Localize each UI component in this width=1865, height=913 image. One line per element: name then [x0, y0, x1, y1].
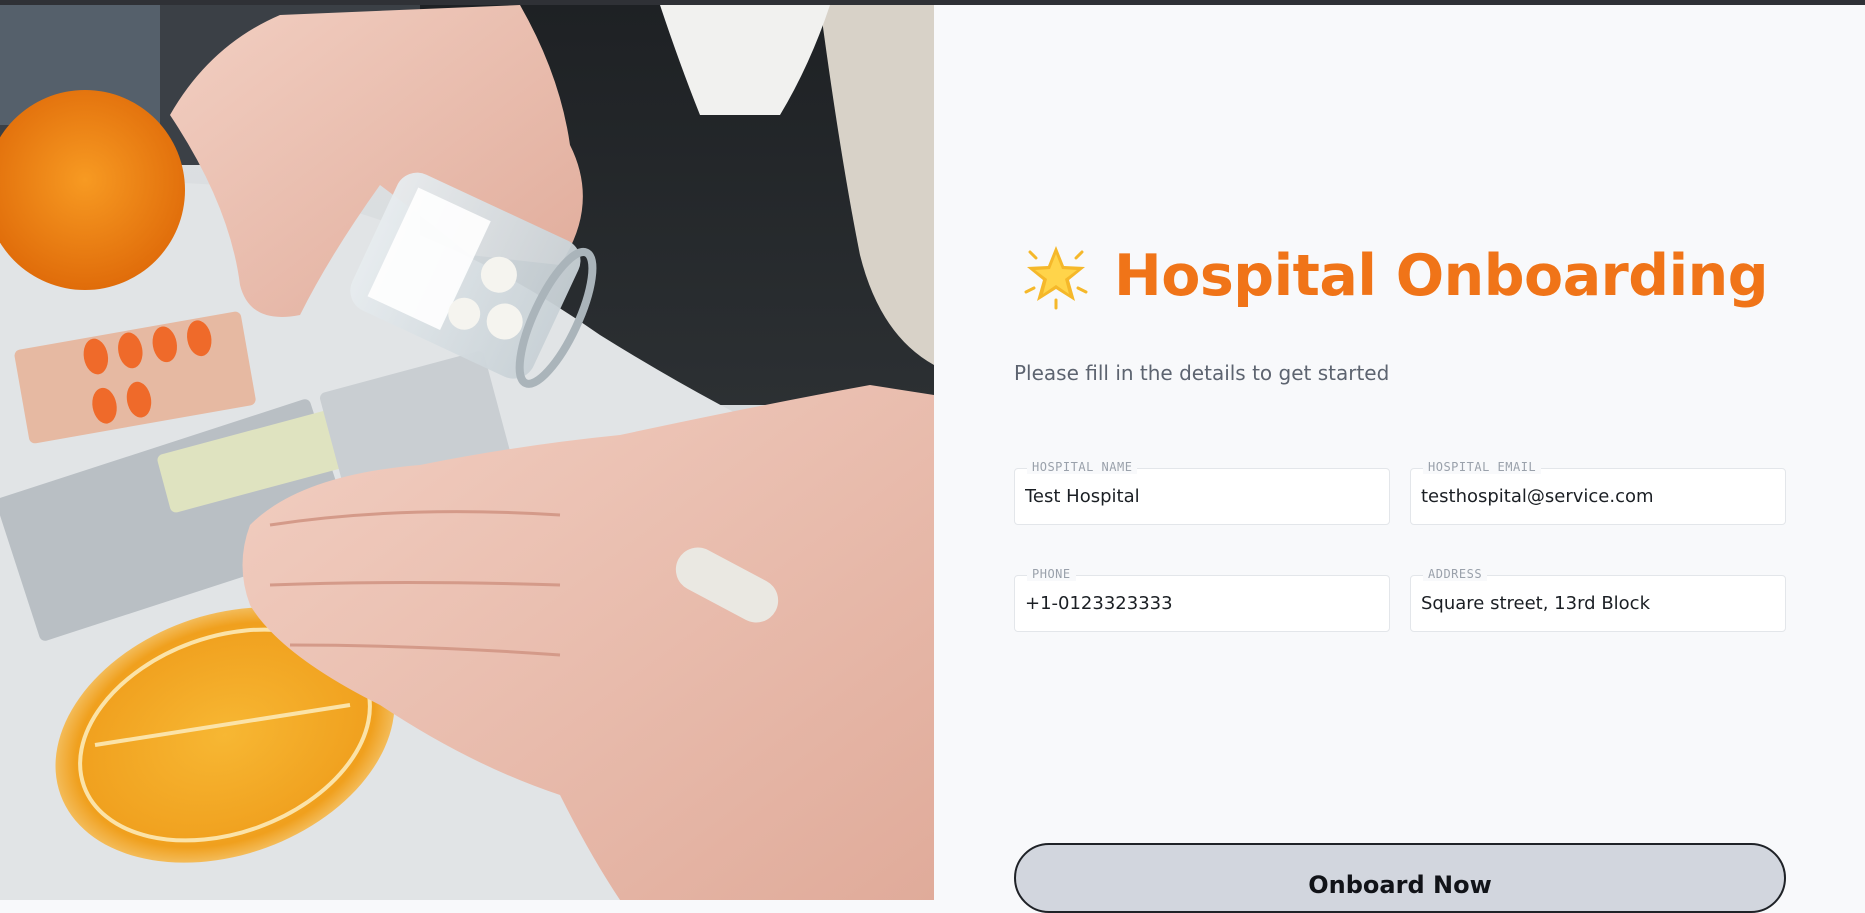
- hospital-name-input[interactable]: [1025, 469, 1375, 524]
- title-row: Hospital Onboarding: [1022, 242, 1769, 310]
- phone-field[interactable]: PHONE: [1014, 567, 1390, 632]
- pills-in-hand-photo: [0, 5, 934, 900]
- hero-photo: [0, 5, 934, 900]
- hospital-email-input[interactable]: [1421, 469, 1771, 524]
- onboarding-form-panel: Hospital Onboarding Please fill in the d…: [934, 5, 1865, 913]
- page-title: Hospital Onboarding: [1114, 243, 1769, 309]
- hospital-name-field[interactable]: HOSPITAL NAME: [1014, 460, 1390, 525]
- star-icon: [1024, 246, 1088, 310]
- phone-input[interactable]: [1025, 576, 1375, 631]
- page-subtitle: Please fill in the details to get starte…: [1014, 361, 1390, 385]
- address-field[interactable]: ADDRESS: [1410, 567, 1786, 632]
- onboard-now-button[interactable]: Onboard Now: [1014, 843, 1786, 913]
- hospital-email-field[interactable]: HOSPITAL EMAIL: [1410, 460, 1786, 525]
- address-input[interactable]: [1421, 576, 1771, 631]
